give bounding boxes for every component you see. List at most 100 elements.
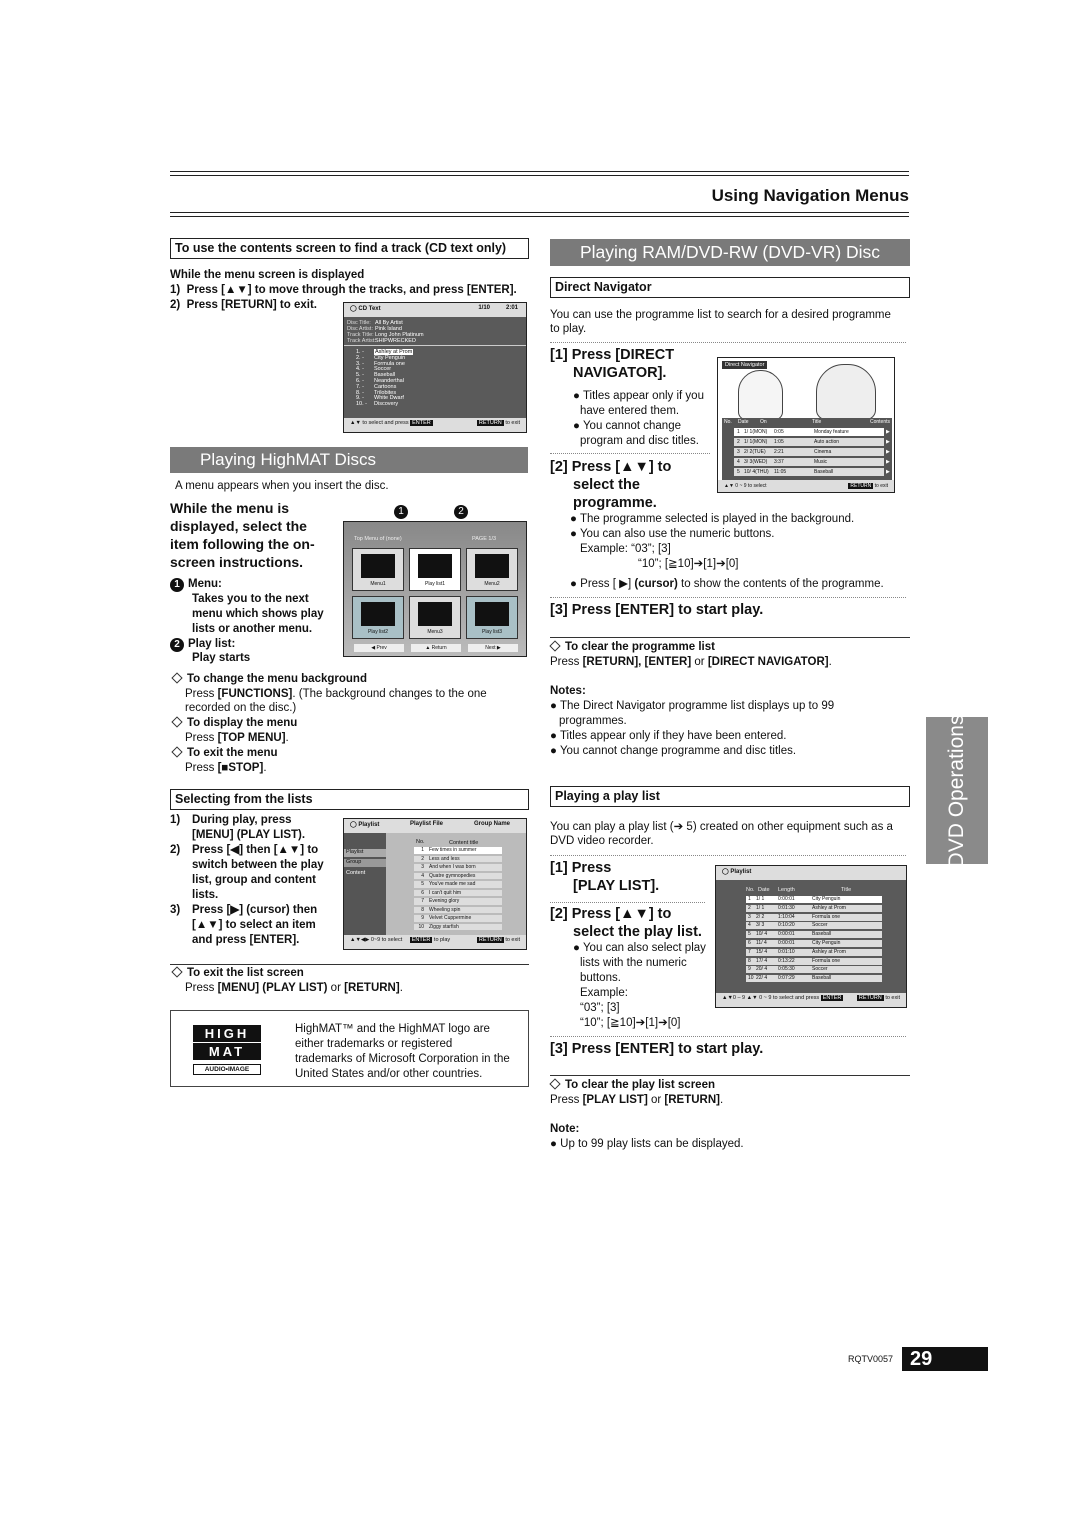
content-row[interactable]: 6 I can't quit him <box>414 889 502 896</box>
content-title: Ziggy starfish <box>429 923 459 930</box>
side-tab-playlist[interactable]: Playlist <box>344 849 386 857</box>
playlist-title: Soccer <box>812 922 828 929</box>
menu-item[interactable]: Play list1 <box>409 548 461 591</box>
info-row: Track Artist:SHIPWRECKED <box>347 338 424 344</box>
cd-while: While the menu screen is displayed <box>170 269 365 281</box>
playlist-length: 0:00:01 <box>778 896 795 902</box>
step-2-bullets: ● The programme selected is played in th… <box>570 513 884 590</box>
play-arrow-icon: ▶ <box>886 469 890 475</box>
tip-title: To clear the play list screen <box>565 1079 715 1091</box>
side-tab-content[interactable]: Content <box>344 870 386 878</box>
content-number: 6 <box>421 889 424 896</box>
tip-title: To clear the programme list <box>565 641 715 653</box>
menu-item[interactable]: Menu1 <box>352 548 404 591</box>
playlist-row[interactable]: 1 1/ 1 0:00:01 City Penguin <box>746 896 882 903</box>
playlist-number: 6 <box>748 940 751 946</box>
cd-section-title: To use the contents screen to find a tra… <box>170 238 529 259</box>
content-title: Few times in summer <box>429 847 477 853</box>
content-row[interactable]: 5 You've made me sad <box>414 881 502 888</box>
playlist-length: 0:10:20 <box>778 922 795 929</box>
playlist-row[interactable]: 3 2/ 2 1:10:04 Formula one <box>746 913 882 921</box>
tip-title: To exit the menu <box>187 747 278 759</box>
playlist-row[interactable]: 8 17/ 4 0:13:22 Formula one <box>746 957 882 965</box>
menu-item[interactable]: Play list3 <box>466 596 518 639</box>
col-header: No. <box>416 839 425 845</box>
programme-row[interactable]: 3 2/ 2(TUE) 2:21 Cinema <box>734 448 884 456</box>
play-arrow-icon: ▶ <box>886 449 890 455</box>
programme-row[interactable]: 5 10/ 4(THU) 11:05 Baseball <box>734 468 884 476</box>
content-number: 8 <box>421 906 424 913</box>
menu-item[interactable]: Menu2 <box>466 548 518 591</box>
playlist-date: 11/ 4 <box>756 940 767 946</box>
playlist-row[interactable]: 2 1/ 1 0:01:30 Ashley at Prom <box>746 904 882 912</box>
prev-button[interactable]: ◀ Prev <box>354 644 404 652</box>
programme-row[interactable]: 4 3/ 3(WED) 3:37 Music <box>734 458 884 466</box>
content-row[interactable]: 9 Velvet Cuppermine <box>414 915 502 922</box>
playlist-length: 1:10:04 <box>778 913 795 920</box>
playlist-row[interactable]: 4 3/ 3 0:10:20 Soccer <box>746 922 882 930</box>
playlist-number: 4 <box>748 922 751 929</box>
content-row[interactable]: 10 Ziggy starfish <box>414 923 502 930</box>
playlist-date: 1/ 1 <box>756 904 765 911</box>
step-line: Press [▶] (cursor) then <box>192 904 318 916</box>
programme-title: Cinema <box>814 449 832 455</box>
thumbnail <box>475 602 509 626</box>
content-row[interactable]: 2 Less and less <box>414 855 502 862</box>
playlist-row[interactable]: 9 20/ 4 0:05:30 Soccer <box>746 966 882 974</box>
step-line: lists. <box>192 889 219 901</box>
next-button[interactable]: Next ▶ <box>468 644 518 652</box>
playlist-row[interactable]: 7 15/ 4 0:01:10 Ashley at Prom <box>746 948 882 956</box>
programme-row[interactable]: 2 1/ 1(MON) 1:05 Auto action <box>734 438 884 446</box>
programme-date: 10/ 4(THU) <box>744 469 769 475</box>
highmat-heading: Playing HighMAT Discs <box>170 447 528 473</box>
step-1-bullets: ● Titles appear only if you have entered … <box>573 390 704 447</box>
screen-title-bar: ◯ CD Text 1/10 2:01 <box>344 303 526 317</box>
programme-date: 1/ 1(MON) <box>744 429 768 435</box>
track-row[interactable]: 10. - Discovery <box>348 401 518 408</box>
playlist-row[interactable]: 10 22/ 4 0:07:29 Baseball <box>746 975 882 983</box>
programme-time: 3:37 <box>774 459 784 465</box>
content-number: 7 <box>421 898 424 904</box>
time-display: 2:01 <box>505 305 518 311</box>
content-row[interactable]: 1 Few times in summer <box>414 847 502 854</box>
menu-item-label: Play list3 <box>481 629 502 635</box>
step-text: During play, press [MENU] (PLAY LIST). <box>192 813 305 843</box>
content-row[interactable]: 3 And when I was born <box>414 864 502 871</box>
playlist-row[interactable]: 6 11/ 4 0:00:01 City Penguin <box>746 940 882 947</box>
menu-item[interactable]: Play list2 <box>352 596 404 639</box>
note-title: Note: <box>550 1123 580 1135</box>
thumbnail <box>418 602 452 626</box>
tip-text: Press [TOP MENU]. <box>185 732 289 744</box>
tip-text: Press [RETURN], [ENTER] or [DIRECT NAVIG… <box>550 656 832 668</box>
content-row[interactable]: 4 Quatre gymnopedies <box>414 872 502 879</box>
side-tab-group[interactable]: Group <box>344 859 386 867</box>
playlist-number: 9 <box>748 966 751 973</box>
col-header: Content title <box>449 840 479 846</box>
highmat-logo: HIGH MAT AUDIO•IMAGE <box>193 1025 261 1077</box>
notes-list: ● The Direct Navigator programme list di… <box>550 700 835 757</box>
playlist-title: Baseball <box>812 931 832 938</box>
pl-step-1: [1] Press [PLAY LIST]. <box>550 860 660 894</box>
programme-number: 4 <box>737 459 740 465</box>
playlist-row[interactable]: 5 10/ 4 0:00:01 Baseball <box>746 931 882 939</box>
tip-text: Press [FUNCTIONS]. (The background chang… <box>185 688 487 700</box>
playlist-length: 0:01:30 <box>778 904 795 911</box>
step-line: and press [ENTER]. <box>192 934 300 946</box>
screen-title: Direct Navigator <box>722 361 768 369</box>
highmat-intro: A menu appears when you insert the disc. <box>175 480 389 492</box>
content-row[interactable]: 8 Wheeling spin <box>414 906 502 913</box>
playlist-date: 10/ 4 <box>756 931 768 938</box>
col-header: On <box>760 419 767 425</box>
content-title: Velvet Cuppermine <box>429 915 472 921</box>
pl-step-3: [3] Press [ENTER] to start play. <box>550 1041 764 1057</box>
step-line: [MENU] (PLAY LIST). <box>192 829 306 841</box>
menu-item[interactable]: Menu3 <box>409 596 461 639</box>
playlist-title: Ashley at Prom <box>812 948 846 955</box>
dn-intro: You can use the programme list to search… <box>550 309 891 321</box>
return-button[interactable]: ▲ Return <box>411 644 461 652</box>
content-row[interactable]: 7 Evening glory <box>414 898 502 905</box>
step-num: 1) <box>170 814 181 826</box>
playlist-title: Soccer <box>812 966 828 973</box>
programme-row[interactable]: 1 1/ 1(MON) 0:05 Monday feature <box>734 428 884 436</box>
content-title: You've made me sad <box>429 881 476 887</box>
